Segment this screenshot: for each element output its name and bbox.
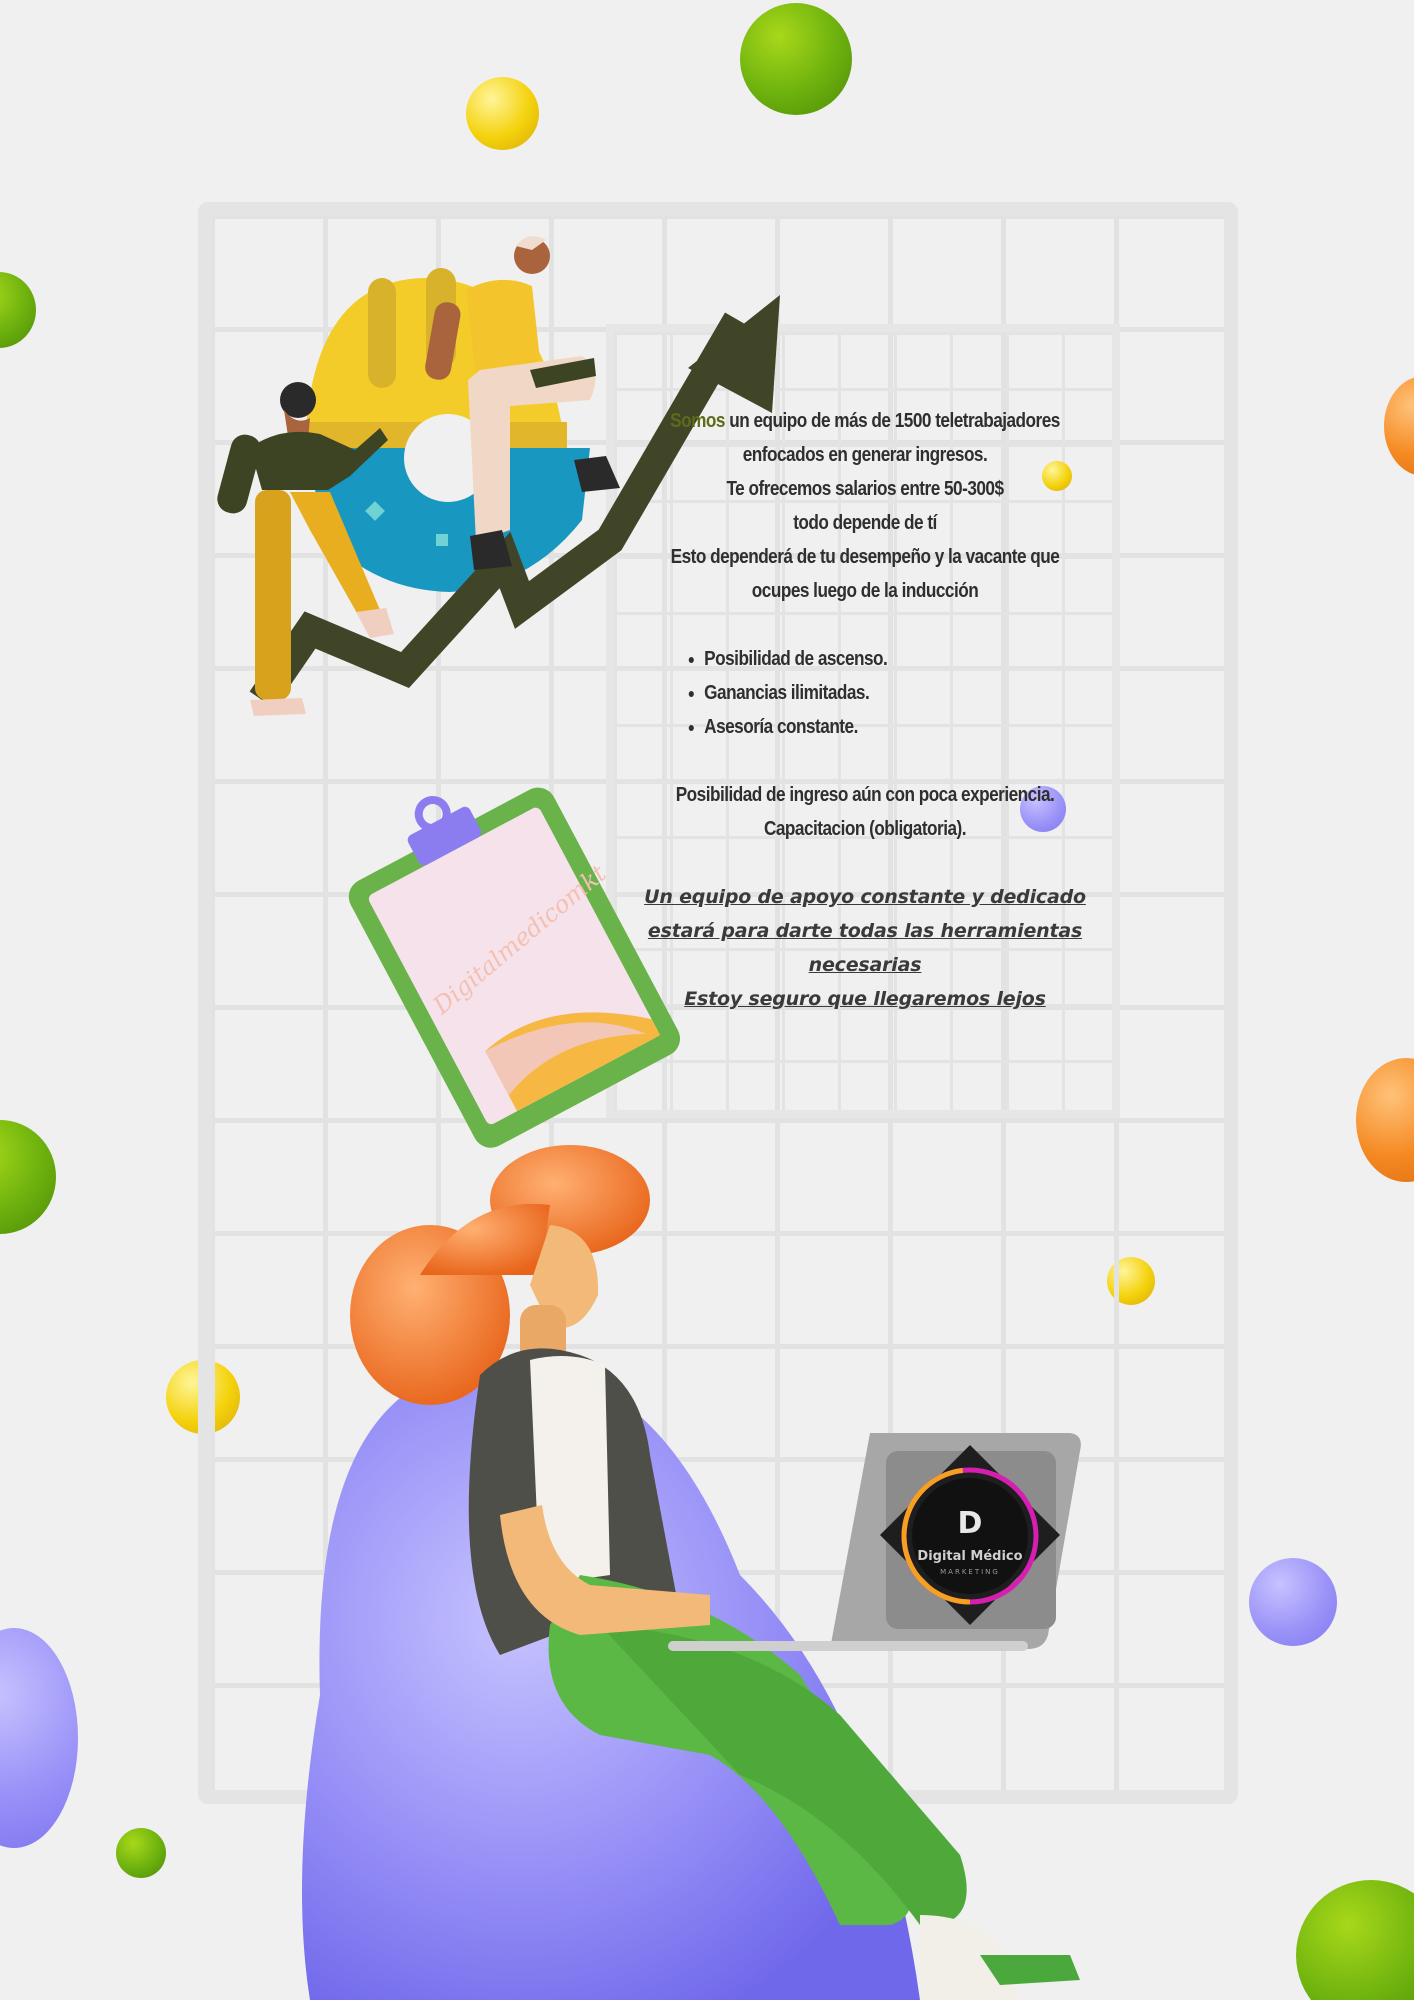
benefits-list: Posibilidad de ascenso. Ganancias ilimit… xyxy=(687,642,1062,744)
note-line: Posibilidad de ingreso aún con poca expe… xyxy=(675,784,1055,806)
benefit-item: Ganancias ilimitadas. xyxy=(704,676,1062,710)
purple-ball xyxy=(0,1628,78,1848)
support-line: necesarias xyxy=(808,954,922,976)
orange-ball xyxy=(1384,376,1414,476)
green-ball xyxy=(0,1120,56,1234)
green-ball xyxy=(0,272,36,348)
laptop-logo-mark: D xyxy=(958,1506,983,1541)
green-ball xyxy=(116,1828,166,1878)
green-ball xyxy=(1296,1880,1414,2000)
intro-line: Somos un equipo de más de 1500 teletraba… xyxy=(668,404,1062,438)
green-ball xyxy=(740,3,852,115)
purple-ball xyxy=(1249,1558,1337,1646)
woman-with-laptop-illustration: D Digital Médico MARKETING xyxy=(302,1145,1081,2000)
intro-line: ocupes luego de la inducción xyxy=(751,580,979,602)
intro-line: Te ofrecemos salarios entre 50-300$ xyxy=(726,478,1004,500)
support-line: Estoy seguro que llegaremos lejos xyxy=(684,988,1046,1010)
laptop-logo-name: Digital Médico xyxy=(917,1549,1022,1564)
support-line: estará para darte todas las herramientas xyxy=(647,920,1083,942)
intro-line-rest: un equipo de más de 1500 teletrabajadore… xyxy=(724,410,1060,432)
intro-line: Esto dependerá de tu desempeño y la vaca… xyxy=(670,546,1060,568)
intro-highlight: Somos xyxy=(670,410,725,432)
note-line: Capacitacion (obligatoria). xyxy=(763,818,967,840)
poster: Digitalmedicomkt D Digital Médico MARKET… xyxy=(0,0,1414,2000)
intro-paragraph: Somos un equipo de más de 1500 teletraba… xyxy=(668,404,1062,846)
intro-line: enfocados en generar ingresos. xyxy=(742,444,988,466)
benefit-item: Asesoría constante. xyxy=(704,710,1062,744)
intro-line: todo depende de tí xyxy=(793,512,937,534)
laptop-logo-tagline: MARKETING xyxy=(940,1568,1000,1576)
benefit-item: Posibilidad de ascenso. xyxy=(704,642,1062,676)
support-line: Un equipo de apoyo constante y dedicado xyxy=(644,886,1086,908)
orange-ball xyxy=(1356,1058,1414,1182)
yellow-ball xyxy=(466,77,539,150)
text-content: Somos un equipo de más de 1500 teletraba… xyxy=(636,404,1094,1016)
support-message: Un equipo de apoyo constante y dedicado … xyxy=(636,880,1094,1016)
